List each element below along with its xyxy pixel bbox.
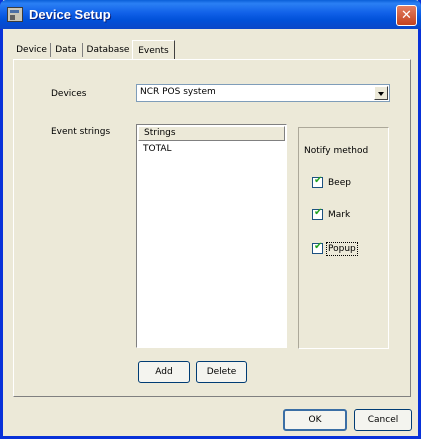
tab-device[interactable]: Device bbox=[14, 42, 49, 59]
event-strings-label: Event strings bbox=[51, 127, 111, 137]
popup-label[interactable]: Popup bbox=[326, 242, 358, 256]
tab-separator bbox=[50, 43, 51, 57]
ok-button[interactable]: OK bbox=[283, 409, 347, 431]
device-setup-icon bbox=[7, 7, 23, 22]
devices-label: Devices bbox=[51, 89, 87, 99]
devices-dropdown[interactable]: NCR POS system bbox=[136, 84, 390, 102]
add-button[interactable]: Add bbox=[138, 361, 190, 383]
device-setup-window: Device Setup ✕ Device Data Database Even… bbox=[0, 0, 421, 439]
tab-database[interactable]: Database bbox=[85, 42, 131, 59]
cancel-button[interactable]: Cancel bbox=[354, 409, 412, 431]
chevron-down-icon[interactable] bbox=[374, 86, 388, 100]
tab-data[interactable]: Data bbox=[53, 42, 79, 59]
tab-separator bbox=[82, 43, 83, 57]
mark-checkbox[interactable] bbox=[312, 207, 323, 220]
close-icon[interactable]: ✕ bbox=[396, 5, 417, 26]
delete-button[interactable]: Delete bbox=[196, 361, 247, 383]
popup-checkbox[interactable] bbox=[312, 241, 323, 254]
beep-label[interactable]: Beep bbox=[328, 178, 351, 188]
tab-events[interactable]: Events bbox=[132, 40, 175, 60]
notify-method-group bbox=[298, 127, 389, 349]
notify-method-title: Notify method bbox=[304, 146, 369, 156]
beep-checkbox[interactable] bbox=[312, 175, 323, 188]
event-strings-list[interactable]: Strings TOTAL bbox=[136, 124, 287, 348]
devices-selected-value: NCR POS system bbox=[140, 87, 216, 97]
list-item[interactable]: TOTAL bbox=[143, 144, 172, 154]
mark-label[interactable]: Mark bbox=[328, 210, 350, 220]
title-bar[interactable]: Device Setup ✕ bbox=[0, 0, 421, 29]
window-title: Device Setup bbox=[29, 7, 111, 22]
strings-column-header[interactable]: Strings bbox=[138, 126, 285, 141]
